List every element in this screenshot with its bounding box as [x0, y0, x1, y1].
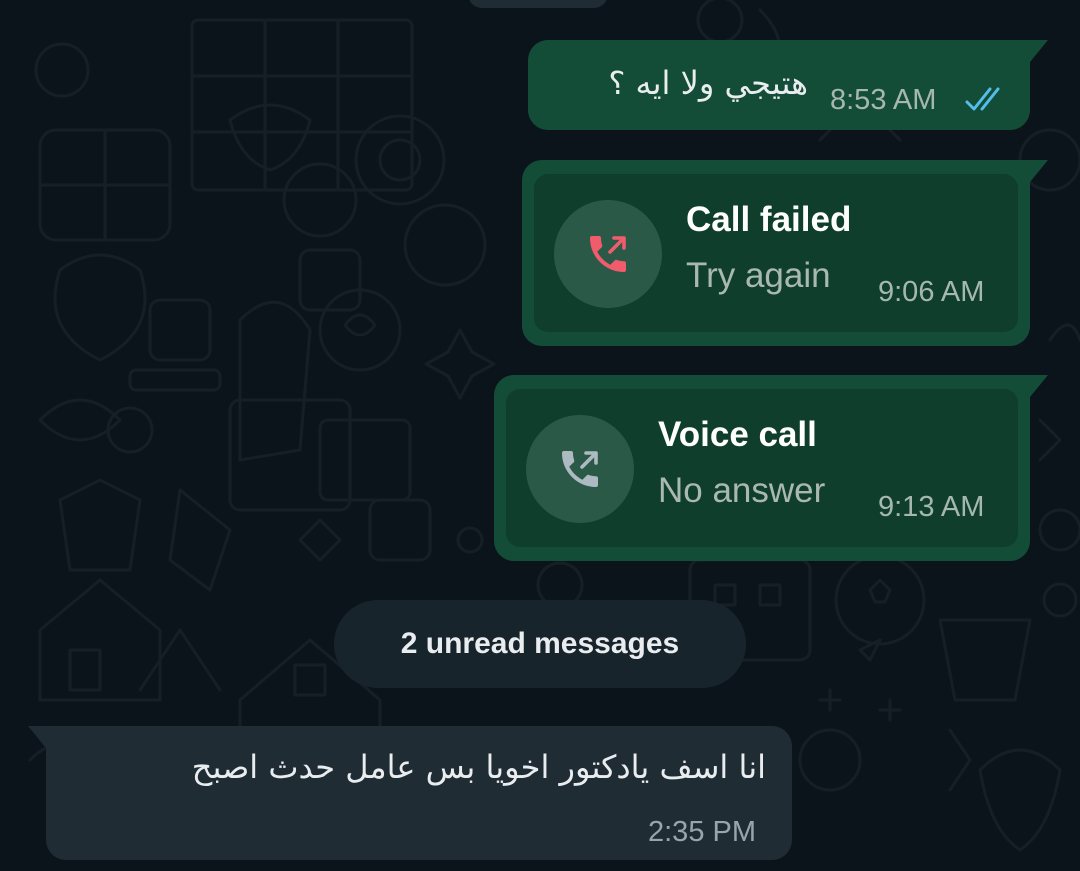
bubble-tail — [28, 726, 46, 748]
message-bubble-outgoing[interactable]: هتيجي ولا ايه ؟ 8:53 AM — [528, 40, 1048, 130]
double-check-read-icon — [965, 87, 1000, 111]
message-time: 8:53 AM — [830, 84, 937, 116]
bubble-tail — [1030, 160, 1048, 182]
call-status-title: Voice call — [658, 415, 817, 454]
call-card[interactable]: Call failed Try again 9:06 AM — [534, 174, 1018, 332]
unread-messages-divider: 2 unread messages — [334, 600, 746, 688]
call-status-title: Call failed — [686, 200, 852, 239]
call-card[interactable]: Voice call No answer 9:13 AM — [506, 389, 1018, 547]
call-message-bubble[interactable]: Voice call No answer 9:13 AM — [494, 375, 1048, 561]
call-icon-badge — [554, 200, 662, 308]
bubble-tail — [1030, 40, 1048, 62]
message-time: 9:06 AM — [878, 276, 985, 308]
message-time: 9:13 AM — [878, 491, 985, 523]
phone-outgoing-failed-icon — [590, 236, 626, 272]
message-bubble-incoming[interactable]: انا اسف يادكتور اخويا بس عامل حدث اصبح 2… — [28, 726, 792, 860]
previous-message-edge — [468, 0, 608, 8]
call-icon-badge — [526, 415, 634, 523]
call-message-bubble[interactable]: Call failed Try again 9:06 AM — [522, 160, 1048, 346]
message-text: هتيجي ولا ايه ؟ — [608, 64, 808, 102]
phone-outgoing-icon — [562, 451, 598, 487]
call-status-subtitle: No answer — [658, 471, 826, 510]
message-time: 2:35 PM — [648, 816, 756, 848]
bubble-tail — [1030, 375, 1048, 397]
call-status-subtitle: Try again — [686, 256, 831, 295]
message-text: انا اسف يادكتور اخويا بس عامل حدث اصبح — [191, 748, 766, 786]
